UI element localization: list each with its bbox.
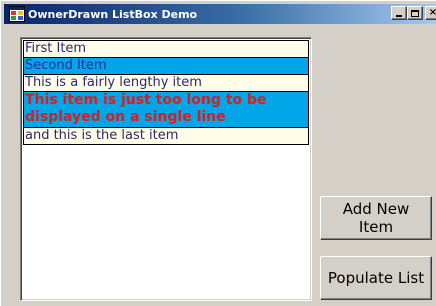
maximize-icon	[411, 9, 419, 17]
list-item-label: This is a fairly lengthy item	[25, 75, 202, 90]
close-icon: ×	[428, 7, 436, 18]
add-new-item-label: Add New Item	[342, 200, 410, 236]
list-item[interactable]: Second Item	[23, 57, 309, 75]
minimize-button[interactable]	[391, 6, 407, 20]
app-window: OwnerDrawn ListBox Demo × First Item Sec…	[0, 0, 436, 306]
list-item[interactable]: First Item	[23, 40, 309, 58]
minimize-icon	[396, 15, 402, 17]
list-item-label: This item is just too long to be display…	[25, 92, 267, 125]
add-new-item-button[interactable]: Add New Item	[320, 196, 432, 240]
list-item[interactable]: and this is the last item	[23, 127, 309, 145]
window-title: OwnerDrawn ListBox Demo	[28, 7, 198, 21]
list-item-label: First Item	[25, 41, 87, 56]
list-item-label: Second Item	[25, 58, 107, 73]
list-item-label: and this is the last item	[25, 128, 179, 143]
app-window-icon[interactable]	[9, 6, 25, 22]
populate-list-label: Populate List	[327, 269, 425, 287]
caption-buttons: ×	[391, 6, 436, 20]
populate-list-button[interactable]: Populate List	[320, 256, 432, 300]
title-bar[interactable]: OwnerDrawn ListBox Demo ×	[4, 4, 436, 24]
list-item[interactable]: This item is just too long to be display…	[23, 91, 309, 128]
list-item[interactable]: This is a fairly lengthy item	[23, 74, 309, 92]
owner-drawn-listbox[interactable]: First Item Second Item This is a fairly …	[20, 37, 312, 301]
close-button[interactable]: ×	[425, 6, 436, 20]
maximize-button[interactable]	[407, 6, 423, 20]
